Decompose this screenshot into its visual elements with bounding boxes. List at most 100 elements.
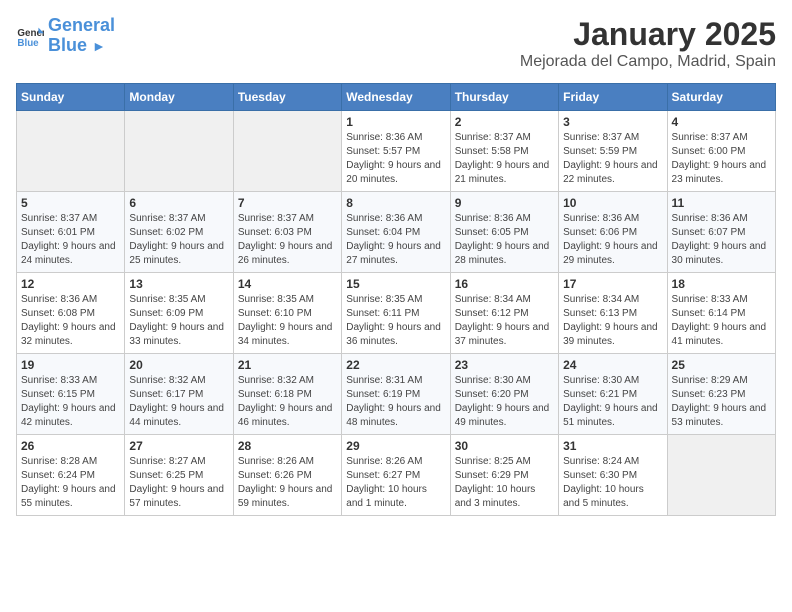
calendar-day: 26 Sunrise: 8:28 AMSunset: 6:24 PMDayligh… <box>17 435 125 516</box>
calendar-day: 31 Sunrise: 8:24 AMSunset: 6:30 PMDayligh… <box>559 435 667 516</box>
day-number: 27 <box>129 439 228 453</box>
title-area: January 2025 Mejorada del Campo, Madrid,… <box>520 16 776 71</box>
day-info: Sunrise: 8:36 AMSunset: 5:57 PMDaylight:… <box>346 131 445 187</box>
svg-text:Blue: Blue <box>17 38 39 49</box>
location-subtitle: Mejorada del Campo, Madrid, Spain <box>520 53 776 71</box>
day-number: 14 <box>238 277 337 291</box>
day-info: Sunrise: 8:27 AMSunset: 6:25 PMDaylight:… <box>129 455 228 511</box>
calendar-day <box>667 435 775 516</box>
day-number: 25 <box>672 358 771 372</box>
calendar-day: 14Sunrise: 8:35 AMSunset: 6:10 PMDayligh… <box>233 273 341 354</box>
calendar-day: 27 Sunrise: 8:27 AMSunset: 6:25 PMDayligh… <box>125 435 233 516</box>
calendar-day: 11Sunrise: 8:36 AMSunset: 6:07 PMDayligh… <box>667 192 775 273</box>
day-info: Sunrise: 8:37 AMSunset: 5:59 PMDaylight:… <box>563 131 662 187</box>
calendar-day: 25Sunrise: 8:29 AMSunset: 6:23 PMDayligh… <box>667 354 775 435</box>
header-row: SundayMondayTuesdayWednesdayThursdayFrid… <box>17 84 776 111</box>
day-info: Sunrise: 8:37 AMSunset: 6:03 PMDaylight:… <box>238 212 337 268</box>
calendar-day: 28 Sunrise: 8:26 AMSunset: 6:26 PMDayligh… <box>233 435 341 516</box>
day-number: 20 <box>129 358 228 372</box>
calendar-day: 5 Sunrise: 8:37 AMSunset: 6:01 PMDaylight… <box>17 192 125 273</box>
logo-icon: General Blue <box>16 22 44 50</box>
header-tuesday: Tuesday <box>233 84 341 111</box>
day-number: 26 <box>21 439 120 453</box>
day-info: Sunrise: 8:37 AMSunset: 6:01 PMDaylight:… <box>21 212 120 268</box>
day-info: Sunrise: 8:37 AMSunset: 5:58 PMDaylight:… <box>455 131 554 187</box>
day-info: Sunrise: 8:25 AMSunset: 6:29 PMDaylight:… <box>455 455 554 511</box>
day-number: 13 <box>129 277 228 291</box>
calendar-day: 12Sunrise: 8:36 AMSunset: 6:08 PMDayligh… <box>17 273 125 354</box>
header-wednesday: Wednesday <box>342 84 450 111</box>
day-info: Sunrise: 8:37 AMSunset: 6:00 PMDaylight:… <box>672 131 771 187</box>
day-number: 1 <box>346 115 445 129</box>
day-info: Sunrise: 8:35 AMSunset: 6:09 PMDaylight:… <box>129 293 228 349</box>
day-number: 6 <box>129 196 228 210</box>
calendar-body: 1 Sunrise: 8:36 AMSunset: 5:57 PMDaylight… <box>17 111 776 516</box>
day-number: 24 <box>563 358 662 372</box>
day-info: Sunrise: 8:28 AMSunset: 6:24 PMDaylight:… <box>21 455 120 511</box>
day-info: Sunrise: 8:26 AMSunset: 6:26 PMDaylight:… <box>238 455 337 511</box>
day-info: Sunrise: 8:26 AMSunset: 6:27 PMDaylight:… <box>346 455 445 511</box>
day-number: 2 <box>455 115 554 129</box>
day-info: Sunrise: 8:36 AMSunset: 6:08 PMDaylight:… <box>21 293 120 349</box>
calendar-day: 15 Sunrise: 8:35 AMSunset: 6:11 PMDayligh… <box>342 273 450 354</box>
day-info: Sunrise: 8:32 AMSunset: 6:18 PMDaylight:… <box>238 374 337 430</box>
logo: General Blue General Blue ► <box>16 16 115 56</box>
day-info: Sunrise: 8:30 AMSunset: 6:20 PMDaylight:… <box>455 374 554 430</box>
calendar-day: 2 Sunrise: 8:37 AMSunset: 5:58 PMDaylight… <box>450 111 558 192</box>
day-number: 21 <box>238 358 337 372</box>
day-info: Sunrise: 8:33 AMSunset: 6:14 PMDaylight:… <box>672 293 771 349</box>
calendar-week-2: 5 Sunrise: 8:37 AMSunset: 6:01 PMDaylight… <box>17 192 776 273</box>
day-info: Sunrise: 8:34 AMSunset: 6:13 PMDaylight:… <box>563 293 662 349</box>
day-info: Sunrise: 8:24 AMSunset: 6:30 PMDaylight:… <box>563 455 662 511</box>
month-title: January 2025 <box>520 16 776 53</box>
day-number: 18 <box>672 277 771 291</box>
calendar-day: 29Sunrise: 8:26 AMSunset: 6:27 PMDayligh… <box>342 435 450 516</box>
calendar-day: 16Sunrise: 8:34 AMSunset: 6:12 PMDayligh… <box>450 273 558 354</box>
calendar-day: 17 Sunrise: 8:34 AMSunset: 6:13 PMDayligh… <box>559 273 667 354</box>
header-sunday: Sunday <box>17 84 125 111</box>
calendar-day: 13 Sunrise: 8:35 AMSunset: 6:09 PMDayligh… <box>125 273 233 354</box>
calendar-day: 4 Sunrise: 8:37 AMSunset: 6:00 PMDaylight… <box>667 111 775 192</box>
calendar-day <box>233 111 341 192</box>
calendar-day: 22Sunrise: 8:31 AMSunset: 6:19 PMDayligh… <box>342 354 450 435</box>
day-number: 4 <box>672 115 771 129</box>
calendar-day: 20Sunrise: 8:32 AMSunset: 6:17 PMDayligh… <box>125 354 233 435</box>
calendar-day <box>125 111 233 192</box>
day-number: 5 <box>21 196 120 210</box>
day-number: 15 <box>346 277 445 291</box>
day-number: 17 <box>563 277 662 291</box>
calendar-table: SundayMondayTuesdayWednesdayThursdayFrid… <box>16 83 776 516</box>
calendar-day: 7 Sunrise: 8:37 AMSunset: 6:03 PMDaylight… <box>233 192 341 273</box>
calendar-week-4: 19Sunrise: 8:33 AMSunset: 6:15 PMDayligh… <box>17 354 776 435</box>
day-info: Sunrise: 8:30 AMSunset: 6:21 PMDaylight:… <box>563 374 662 430</box>
day-number: 31 <box>563 439 662 453</box>
calendar-day: 3 Sunrise: 8:37 AMSunset: 5:59 PMDaylight… <box>559 111 667 192</box>
day-number: 30 <box>455 439 554 453</box>
calendar-day: 8Sunrise: 8:36 AMSunset: 6:04 PMDaylight… <box>342 192 450 273</box>
day-number: 7 <box>238 196 337 210</box>
day-number: 9 <box>455 196 554 210</box>
calendar-day: 6 Sunrise: 8:37 AMSunset: 6:02 PMDaylight… <box>125 192 233 273</box>
calendar-week-1: 1 Sunrise: 8:36 AMSunset: 5:57 PMDaylight… <box>17 111 776 192</box>
day-info: Sunrise: 8:36 AMSunset: 6:05 PMDaylight:… <box>455 212 554 268</box>
day-info: Sunrise: 8:36 AMSunset: 6:07 PMDaylight:… <box>672 212 771 268</box>
calendar-day: 24 Sunrise: 8:30 AMSunset: 6:21 PMDayligh… <box>559 354 667 435</box>
calendar-day: 19Sunrise: 8:33 AMSunset: 6:15 PMDayligh… <box>17 354 125 435</box>
day-info: Sunrise: 8:34 AMSunset: 6:12 PMDaylight:… <box>455 293 554 349</box>
day-number: 28 <box>238 439 337 453</box>
day-info: Sunrise: 8:36 AMSunset: 6:06 PMDaylight:… <box>563 212 662 268</box>
day-info: Sunrise: 8:37 AMSunset: 6:02 PMDaylight:… <box>129 212 228 268</box>
calendar-day: 10 Sunrise: 8:36 AMSunset: 6:06 PMDayligh… <box>559 192 667 273</box>
calendar-week-5: 26 Sunrise: 8:28 AMSunset: 6:24 PMDayligh… <box>17 435 776 516</box>
calendar-header: SundayMondayTuesdayWednesdayThursdayFrid… <box>17 84 776 111</box>
calendar-day: 1 Sunrise: 8:36 AMSunset: 5:57 PMDaylight… <box>342 111 450 192</box>
day-number: 3 <box>563 115 662 129</box>
calendar-day: 9 Sunrise: 8:36 AMSunset: 6:05 PMDaylight… <box>450 192 558 273</box>
day-number: 8 <box>346 196 445 210</box>
day-number: 22 <box>346 358 445 372</box>
day-number: 23 <box>455 358 554 372</box>
day-info: Sunrise: 8:35 AMSunset: 6:11 PMDaylight:… <box>346 293 445 349</box>
day-info: Sunrise: 8:33 AMSunset: 6:15 PMDaylight:… <box>21 374 120 430</box>
calendar-day: 18 Sunrise: 8:33 AMSunset: 6:14 PMDayligh… <box>667 273 775 354</box>
day-number: 10 <box>563 196 662 210</box>
